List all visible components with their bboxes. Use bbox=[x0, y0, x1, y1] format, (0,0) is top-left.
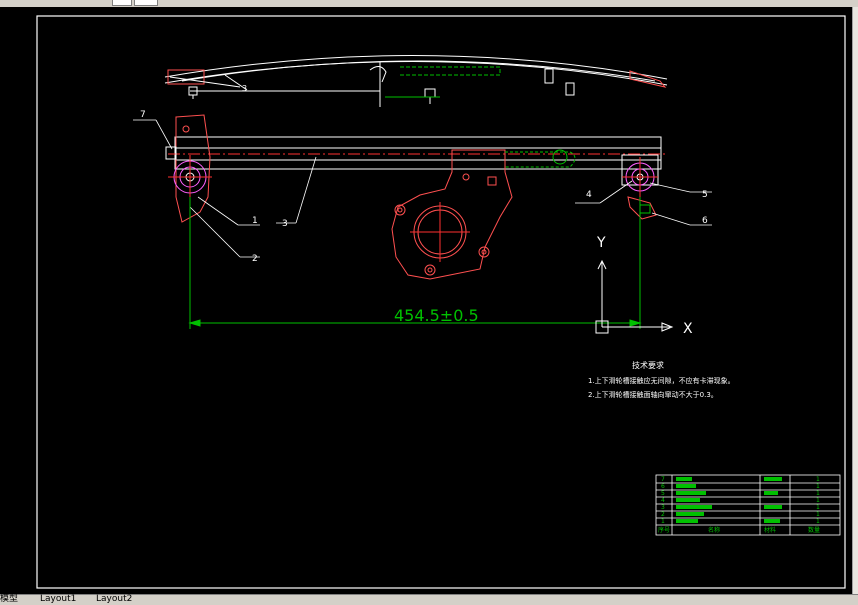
notes-title: 技术要求 bbox=[632, 360, 664, 370]
tab-layout1[interactable]: Layout1 bbox=[40, 594, 76, 604]
axis-x-label: X bbox=[683, 321, 693, 337]
callout-7: 7 bbox=[140, 110, 146, 120]
bom-header-name: 名称 bbox=[708, 526, 720, 534]
tab-model[interactable]: 模型 bbox=[0, 594, 18, 604]
bom-header-material: 材料 bbox=[764, 526, 776, 534]
axis-y-label: Y bbox=[596, 235, 606, 251]
table-row: 6 bbox=[661, 483, 665, 490]
toolbar-button[interactable] bbox=[112, 0, 132, 6]
notes-line-2: 2.上下滑轮槽接触面轴向窜动不大于0.3。 bbox=[588, 390, 718, 399]
drawing-border bbox=[36, 15, 846, 589]
table-row: 2 bbox=[661, 511, 665, 518]
svg-text:1: 1 bbox=[816, 504, 820, 511]
tab-layout2[interactable]: Layout2 bbox=[96, 594, 132, 604]
table-row: 7 bbox=[661, 476, 665, 483]
main-rail bbox=[168, 136, 668, 170]
table-row: 1 bbox=[661, 518, 665, 525]
callout-2: 2 bbox=[252, 254, 258, 264]
callout-1: 1 bbox=[252, 216, 258, 226]
svg-text:1: 1 bbox=[816, 518, 820, 525]
toolbar-button[interactable] bbox=[134, 0, 158, 6]
table-row: 5 bbox=[661, 490, 665, 497]
callout-4: 4 bbox=[586, 190, 592, 200]
top-toolbar-strip bbox=[0, 0, 858, 7]
vertical-scrollbar[interactable] bbox=[852, 7, 858, 594]
table-row: 4 bbox=[661, 497, 665, 504]
svg-text:3: 3 bbox=[242, 84, 247, 93]
svg-text:1: 1 bbox=[816, 483, 820, 490]
rail-side-view: 3 bbox=[164, 54, 668, 107]
callout-5: 5 bbox=[702, 190, 708, 200]
svg-text:1: 1 bbox=[816, 490, 820, 497]
svg-text:1: 1 bbox=[816, 511, 820, 518]
callout-leaders bbox=[133, 119, 712, 258]
table-row: 3 bbox=[661, 504, 665, 511]
layout-tabs-bar: 模型 Layout1 Layout2 bbox=[0, 594, 858, 605]
svg-text:1: 1 bbox=[816, 476, 820, 483]
bom-header-no: 序号 bbox=[658, 526, 670, 534]
callout-6: 6 bbox=[702, 216, 708, 226]
bom-header-qty: 数量 bbox=[808, 526, 820, 534]
callout-3: 3 bbox=[282, 219, 288, 229]
dimension-label: 454.5±0.5 bbox=[394, 306, 479, 325]
cad-drawing-canvas[interactable]: 3 7 1 2 3 4 5 6 454.5±0.5 Y X 技术要求 1.上下滑… bbox=[0, 7, 852, 594]
notes-line-1: 1.上下滑轮槽接触应无间隙，不应有卡滞现象。 bbox=[588, 376, 735, 385]
svg-text:1: 1 bbox=[816, 497, 820, 504]
